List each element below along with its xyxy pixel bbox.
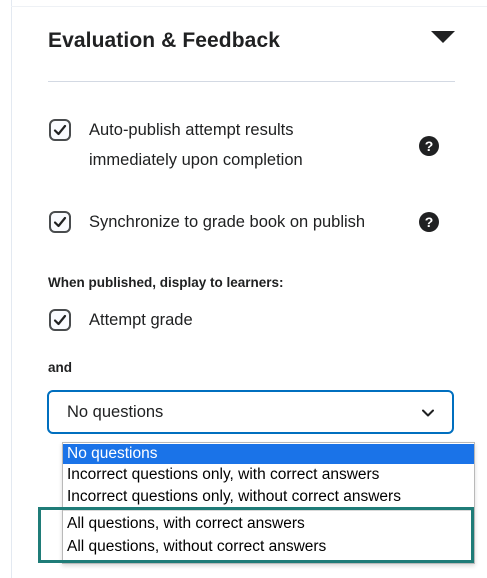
checkmark-icon	[53, 216, 67, 228]
auto-publish-label-line1: Auto-publish attempt results	[89, 121, 294, 139]
help-icon[interactable]: ?	[419, 136, 439, 156]
dropdown-option-incorrect-without-answers[interactable]: Incorrect questions only, without correc…	[63, 487, 474, 507]
chevron-down-icon	[422, 409, 434, 417]
questions-select[interactable]: No questions	[47, 390, 454, 434]
attempt-grade-checkbox[interactable]	[49, 309, 71, 331]
help-icon[interactable]: ?	[419, 212, 439, 232]
sync-gradebook-checkbox[interactable]	[49, 211, 71, 233]
highlight-box	[38, 507, 474, 563]
auto-publish-label-line2: immediately upon completion	[89, 151, 303, 169]
dropdown-option-no-questions[interactable]: No questions	[63, 444, 474, 464]
collapse-triangle-icon[interactable]	[430, 30, 456, 44]
checkmark-icon	[53, 314, 67, 326]
attempt-grade-label: Attempt grade	[89, 311, 193, 329]
sync-gradebook-label: Synchronize to grade book on publish	[89, 213, 366, 231]
questions-select-value: No questions	[67, 403, 164, 421]
checkmark-icon	[53, 124, 67, 136]
title-divider	[48, 81, 455, 82]
display-to-learners-heading: When published, display to learners:	[48, 275, 284, 290]
and-label: and	[48, 360, 73, 375]
top-divider	[11, 6, 487, 7]
auto-publish-checkbox[interactable]	[49, 119, 71, 141]
section-title: Evaluation & Feedback	[48, 29, 281, 52]
dropdown-option-incorrect-with-answers[interactable]: Incorrect questions only, with correct a…	[63, 465, 474, 485]
